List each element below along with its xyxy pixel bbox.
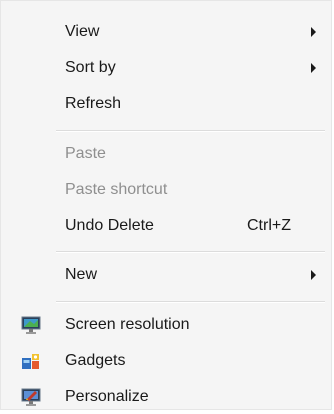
submenu-arrow-icon (311, 27, 316, 37)
menu-item-label: New (65, 266, 98, 283)
menu-item-label: Paste (65, 145, 106, 162)
menu-item-screen-resolution[interactable]: Screen resolution (1, 308, 331, 342)
menu-item-paste: Paste (1, 137, 331, 171)
submenu-arrow-icon (311, 270, 316, 280)
screen-resolution-icon (21, 316, 41, 334)
menu-separator (56, 301, 325, 303)
menu-separator (56, 130, 325, 132)
menu-separator (56, 251, 325, 253)
menu-item-view[interactable]: View (1, 15, 331, 49)
menu-item-label: View (65, 23, 100, 40)
menu-item-undo-delete[interactable]: Undo Delete Ctrl+Z (1, 209, 331, 243)
menu-item-sort-by[interactable]: Sort by (1, 51, 331, 85)
menu-item-label: Gadgets (65, 352, 126, 369)
menu-item-paste-shortcut: Paste shortcut (1, 173, 331, 207)
gadgets-icon (22, 354, 39, 369)
menu-item-gadgets[interactable]: Gadgets (1, 344, 331, 378)
menu-item-refresh[interactable]: Refresh (1, 87, 331, 121)
desktop-context-menu: View Sort by Refresh Paste Paste shortcu… (0, 0, 332, 410)
shortcut-text: Ctrl+Z (247, 217, 291, 234)
menu-item-label: Undo Delete (65, 217, 154, 234)
menu-item-label: Paste shortcut (65, 181, 168, 198)
menu-item-label: Sort by (65, 59, 116, 76)
menu-item-label: Screen resolution (65, 316, 190, 333)
menu-item-label: Refresh (65, 95, 122, 112)
menu-item-personalize[interactable]: Personalize (1, 380, 331, 414)
submenu-arrow-icon (311, 63, 316, 73)
menu-item-label: Personalize (65, 388, 149, 405)
menu-item-new[interactable]: New (1, 258, 331, 292)
personalize-icon (21, 388, 41, 406)
